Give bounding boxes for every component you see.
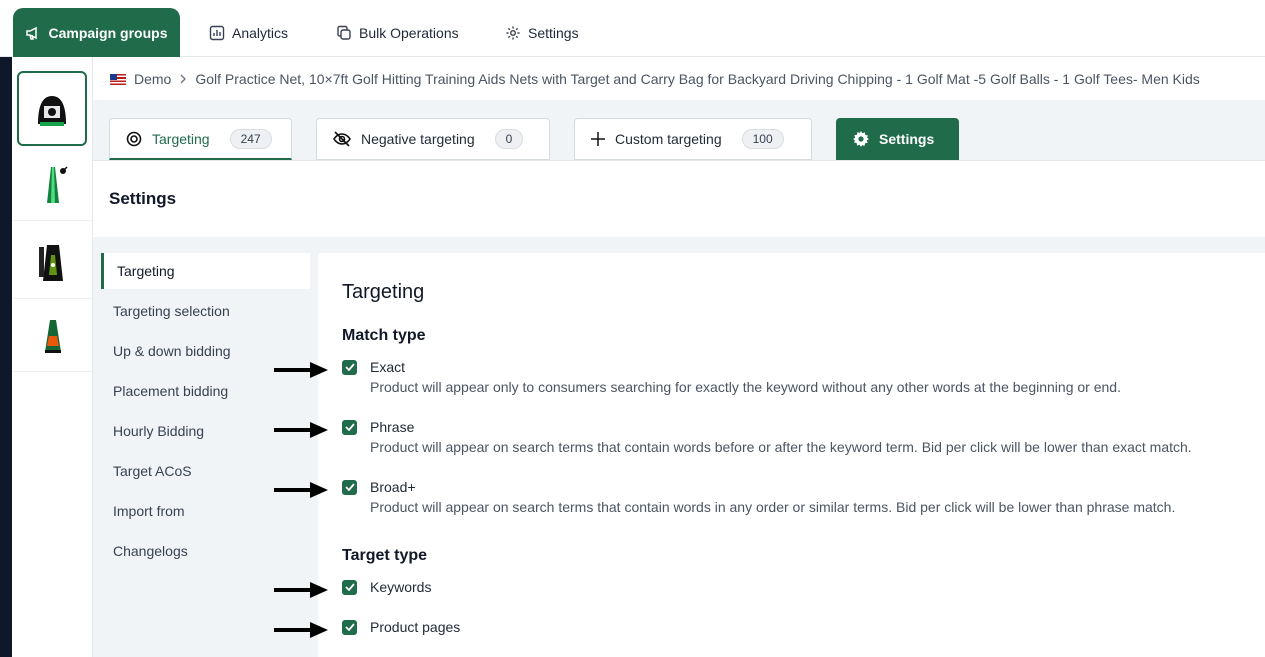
product-thumbnail[interactable]	[13, 227, 92, 299]
chevron-right-icon	[180, 74, 187, 84]
option-description: Product will appear only to consumers se…	[370, 379, 1121, 395]
option-label: Exact	[370, 359, 406, 375]
gear-icon	[506, 26, 520, 39]
option-exact: Exact	[342, 359, 405, 375]
tab-label: Negative targeting	[361, 131, 475, 147]
breadcrumb-product: Golf Practice Net, 10×7ft Golf Hitting T…	[195, 71, 1200, 87]
plus-icon	[591, 132, 605, 146]
section-title: Targeting	[342, 281, 425, 303]
golf-net-image	[38, 95, 66, 126]
check-icon	[344, 583, 355, 591]
option-keywords: Keywords	[342, 579, 431, 595]
option-product-pages: Product pages	[342, 619, 460, 635]
menu-item-targeting[interactable]: Targeting	[101, 253, 310, 289]
count-badge: 100	[741, 129, 784, 149]
breadcrumb-account[interactable]: Demo	[134, 71, 171, 87]
menu-item-targeting-selection[interactable]: Targeting selection	[101, 293, 310, 329]
check-icon	[344, 423, 355, 431]
option-broad: Broad+	[342, 479, 416, 495]
putting-green-image	[44, 319, 61, 353]
product-pages-checkbox[interactable]	[342, 619, 357, 635]
check-icon	[344, 623, 355, 631]
product-thumbnail[interactable]	[17, 71, 87, 146]
tab-targeting[interactable]: Targeting 247	[109, 118, 292, 160]
tab-label: Campaign groups	[48, 24, 168, 41]
broad-checkbox[interactable]	[342, 479, 357, 495]
golf-mat-image	[38, 244, 63, 281]
tab-label: Analytics	[232, 24, 289, 41]
tab-label: Custom targeting	[615, 131, 722, 147]
putting-mat-image	[46, 165, 68, 203]
target-type-heading: Target type	[342, 547, 428, 564]
tab-custom-targeting[interactable]: Custom targeting 100	[574, 118, 812, 160]
option-label: Phrase	[370, 419, 415, 435]
option-label: Keywords	[370, 579, 432, 595]
settings-header: Settings	[93, 161, 1265, 237]
tab-label: Targeting	[152, 130, 210, 147]
option-description: Product will appear on search terms that…	[370, 499, 1176, 515]
copy-icon	[337, 25, 351, 40]
count-badge: 247	[229, 128, 272, 149]
divider	[93, 237, 1265, 253]
tab-bulk-operations[interactable]: Bulk Operations	[336, 8, 459, 57]
megaphone-icon	[26, 26, 38, 40]
chart-icon	[209, 25, 225, 40]
page-title: Settings	[109, 189, 177, 208]
check-icon	[344, 483, 355, 491]
menu-item-import-from[interactable]: Import from	[101, 493, 310, 529]
product-thumbnail[interactable]	[13, 300, 92, 372]
tab-settings[interactable]: Settings	[505, 8, 579, 57]
annotation-arrow-icon	[274, 622, 328, 638]
annotation-arrow-icon	[274, 422, 328, 438]
breadcrumb: Demo Golf Practice Net, 10×7ft Golf Hitt…	[110, 70, 1265, 88]
count-badge: 0	[494, 129, 524, 149]
targeting-settings-panel: Targeting Match type Exact Product will …	[318, 253, 1265, 657]
tab-campaign-groups[interactable]: Campaign groups	[13, 8, 180, 57]
match-type-heading: Match type	[342, 327, 426, 344]
keywords-checkbox[interactable]	[342, 579, 357, 595]
tab-settings-active[interactable]: Settings	[836, 118, 959, 160]
tab-analytics[interactable]: Analytics	[209, 8, 288, 57]
annotation-arrow-icon	[274, 582, 328, 598]
tab-label: Bulk Operations	[359, 24, 459, 41]
menu-item-changelogs[interactable]: Changelogs	[101, 533, 310, 569]
top-navigation: Campaign groups Analytics Bulk Operation…	[0, 0, 1265, 57]
phrase-checkbox[interactable]	[342, 419, 357, 435]
annotation-arrow-icon	[274, 362, 328, 378]
tab-label: Settings	[528, 24, 579, 41]
eye-off-icon	[333, 131, 351, 147]
option-description: Product will appear on search terms that…	[370, 439, 1192, 455]
option-label: Broad+	[370, 479, 416, 495]
side-rail	[0, 57, 12, 657]
menu-item-placement-bidding[interactable]: Placement bidding	[101, 373, 310, 409]
target-icon	[126, 131, 142, 146]
exact-checkbox[interactable]	[342, 359, 357, 375]
option-phrase: Phrase	[342, 419, 414, 435]
annotation-arrow-icon	[274, 482, 328, 498]
gear-icon	[853, 131, 869, 147]
option-label: Product pages	[370, 619, 461, 635]
tab-negative-targeting[interactable]: Negative targeting 0	[316, 118, 550, 160]
check-icon	[344, 363, 355, 371]
product-thumbnail[interactable]	[13, 149, 92, 221]
us-flag-icon	[110, 73, 126, 85]
product-thumbnails	[12, 57, 93, 657]
tab-label: Settings	[879, 131, 935, 147]
